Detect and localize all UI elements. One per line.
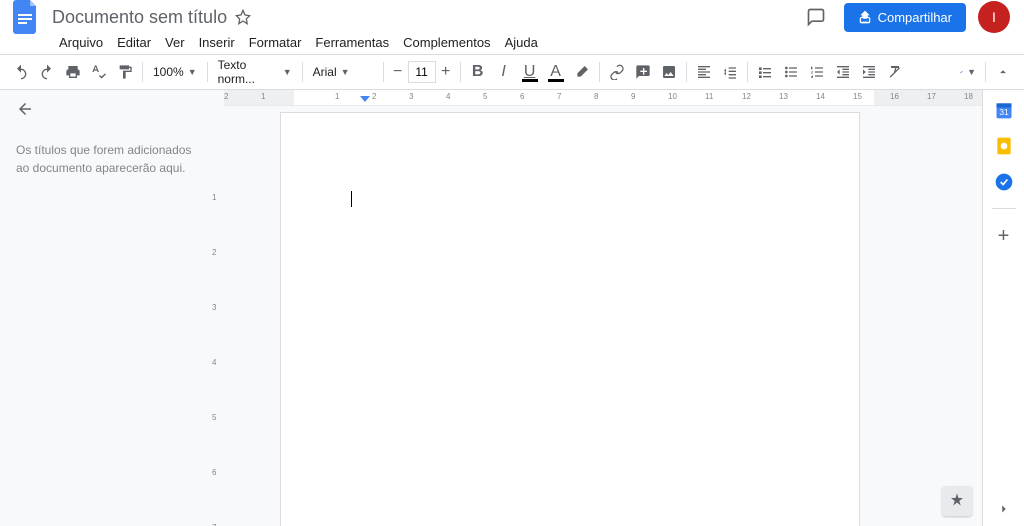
undo-icon[interactable] (9, 60, 33, 84)
ruler-tick: 3 (409, 92, 413, 101)
tasks-icon[interactable] (994, 172, 1014, 192)
share-button[interactable]: Compartilhar (844, 3, 966, 32)
paint-format-icon[interactable] (113, 60, 137, 84)
underline-icon[interactable]: U (518, 60, 542, 84)
indent-icon[interactable] (857, 60, 881, 84)
text-cursor (351, 191, 352, 207)
bold-icon[interactable]: B (466, 60, 490, 84)
keep-icon[interactable] (994, 136, 1014, 156)
paragraph-style-select[interactable]: Texto norm...▼ (212, 60, 298, 84)
ruler-tick: 15 (853, 92, 862, 101)
menu-editar[interactable]: Editar (110, 33, 158, 52)
menu-ver[interactable]: Ver (158, 33, 192, 52)
ruler-tick: 2 (224, 92, 228, 101)
calendar-icon[interactable]: 31 (994, 100, 1014, 120)
editor-area[interactable]: 21123456789101112131415161718 12345678 (210, 90, 982, 526)
font-size-input[interactable]: 11 (408, 61, 436, 83)
vruler-tick: 2 (212, 248, 216, 257)
collapse-toolbar-icon[interactable] (991, 60, 1015, 84)
vertical-ruler[interactable]: 12345678 (210, 108, 224, 526)
print-icon[interactable] (61, 60, 85, 84)
ruler-tick: 4 (446, 92, 450, 101)
svg-text:31: 31 (999, 107, 1009, 117)
document-page[interactable] (280, 112, 860, 526)
align-icon[interactable] (692, 60, 716, 84)
horizontal-ruler[interactable]: 21123456789101112131415161718 (224, 90, 982, 106)
collapse-panel-icon[interactable] (997, 502, 1011, 516)
outline-panel: Os títulos que forem adicionados ao docu… (0, 90, 210, 526)
font-select[interactable]: Arial▼ (307, 60, 379, 84)
ruler-tick: 6 (520, 92, 524, 101)
vruler-tick: 4 (212, 358, 216, 367)
image-icon[interactable] (657, 60, 681, 84)
ruler-tick: 1 (261, 92, 265, 101)
toolbar: 100%▼ Texto norm...▼ Arial▼ − 11 + B I U… (0, 54, 1024, 90)
menu-formatar[interactable]: Formatar (242, 33, 309, 52)
menu-inserir[interactable]: Inserir (192, 33, 242, 52)
link-icon[interactable] (605, 60, 629, 84)
redo-icon[interactable] (35, 60, 59, 84)
account-avatar[interactable]: I (978, 1, 1010, 33)
ruler-tick: 8 (594, 92, 598, 101)
editing-mode-icon[interactable]: ▼ (956, 60, 980, 84)
ruler-tick: 2 (372, 92, 376, 101)
ruler-tick: 16 (890, 92, 899, 101)
outline-empty-text: Os títulos que forem adicionados ao docu… (16, 141, 194, 177)
share-label: Compartilhar (878, 10, 952, 25)
ruler-tick: 10 (668, 92, 677, 101)
font-size-increase[interactable]: + (436, 60, 456, 84)
star-icon[interactable] (235, 9, 251, 25)
menu-complementos[interactable]: Complementos (396, 33, 497, 52)
ruler-tick: 11 (705, 92, 713, 101)
font-size-decrease[interactable]: − (388, 60, 408, 84)
menu-arquivo[interactable]: Arquivo (52, 33, 110, 52)
ruler-tick: 18 (964, 92, 973, 101)
menu-ferramentas[interactable]: Ferramentas (308, 33, 396, 52)
highlight-icon[interactable] (570, 60, 594, 84)
italic-icon[interactable]: I (492, 60, 516, 84)
outline-back-icon[interactable] (16, 100, 34, 118)
ruler-tick: 1 (335, 92, 339, 101)
ruler-tick: 9 (631, 92, 635, 101)
text-color-icon[interactable]: A (544, 60, 568, 84)
ruler-tick: 7 (557, 92, 561, 101)
explore-button[interactable] (942, 486, 972, 516)
spellcheck-icon[interactable] (87, 60, 111, 84)
vruler-tick: 6 (212, 468, 216, 477)
ruler-tick: 17 (927, 92, 936, 101)
vruler-tick: 5 (212, 413, 216, 422)
ruler-tick: 13 (779, 92, 788, 101)
comments-icon[interactable] (800, 1, 832, 33)
ruler-tick: 14 (816, 92, 825, 101)
outdent-icon[interactable] (831, 60, 855, 84)
side-panel: 31 + (982, 90, 1024, 526)
numbered-list-icon[interactable] (805, 60, 829, 84)
addons-plus-icon[interactable]: + (998, 225, 1010, 248)
comment-icon[interactable] (631, 60, 655, 84)
bullet-list-icon[interactable] (779, 60, 803, 84)
zoom-select[interactable]: 100%▼ (147, 60, 203, 84)
menu-bar: Arquivo Editar Ver Inserir Formatar Ferr… (0, 30, 1024, 54)
line-spacing-icon[interactable] (718, 60, 742, 84)
menu-ajuda[interactable]: Ajuda (498, 33, 545, 52)
vruler-tick: 3 (212, 303, 216, 312)
ruler-tick: 5 (483, 92, 487, 101)
vruler-tick: 1 (212, 193, 216, 202)
ruler-tick: 12 (742, 92, 751, 101)
document-title[interactable]: Documento sem título (52, 7, 227, 28)
clear-format-icon[interactable] (883, 60, 907, 84)
checklist-icon[interactable] (753, 60, 777, 84)
